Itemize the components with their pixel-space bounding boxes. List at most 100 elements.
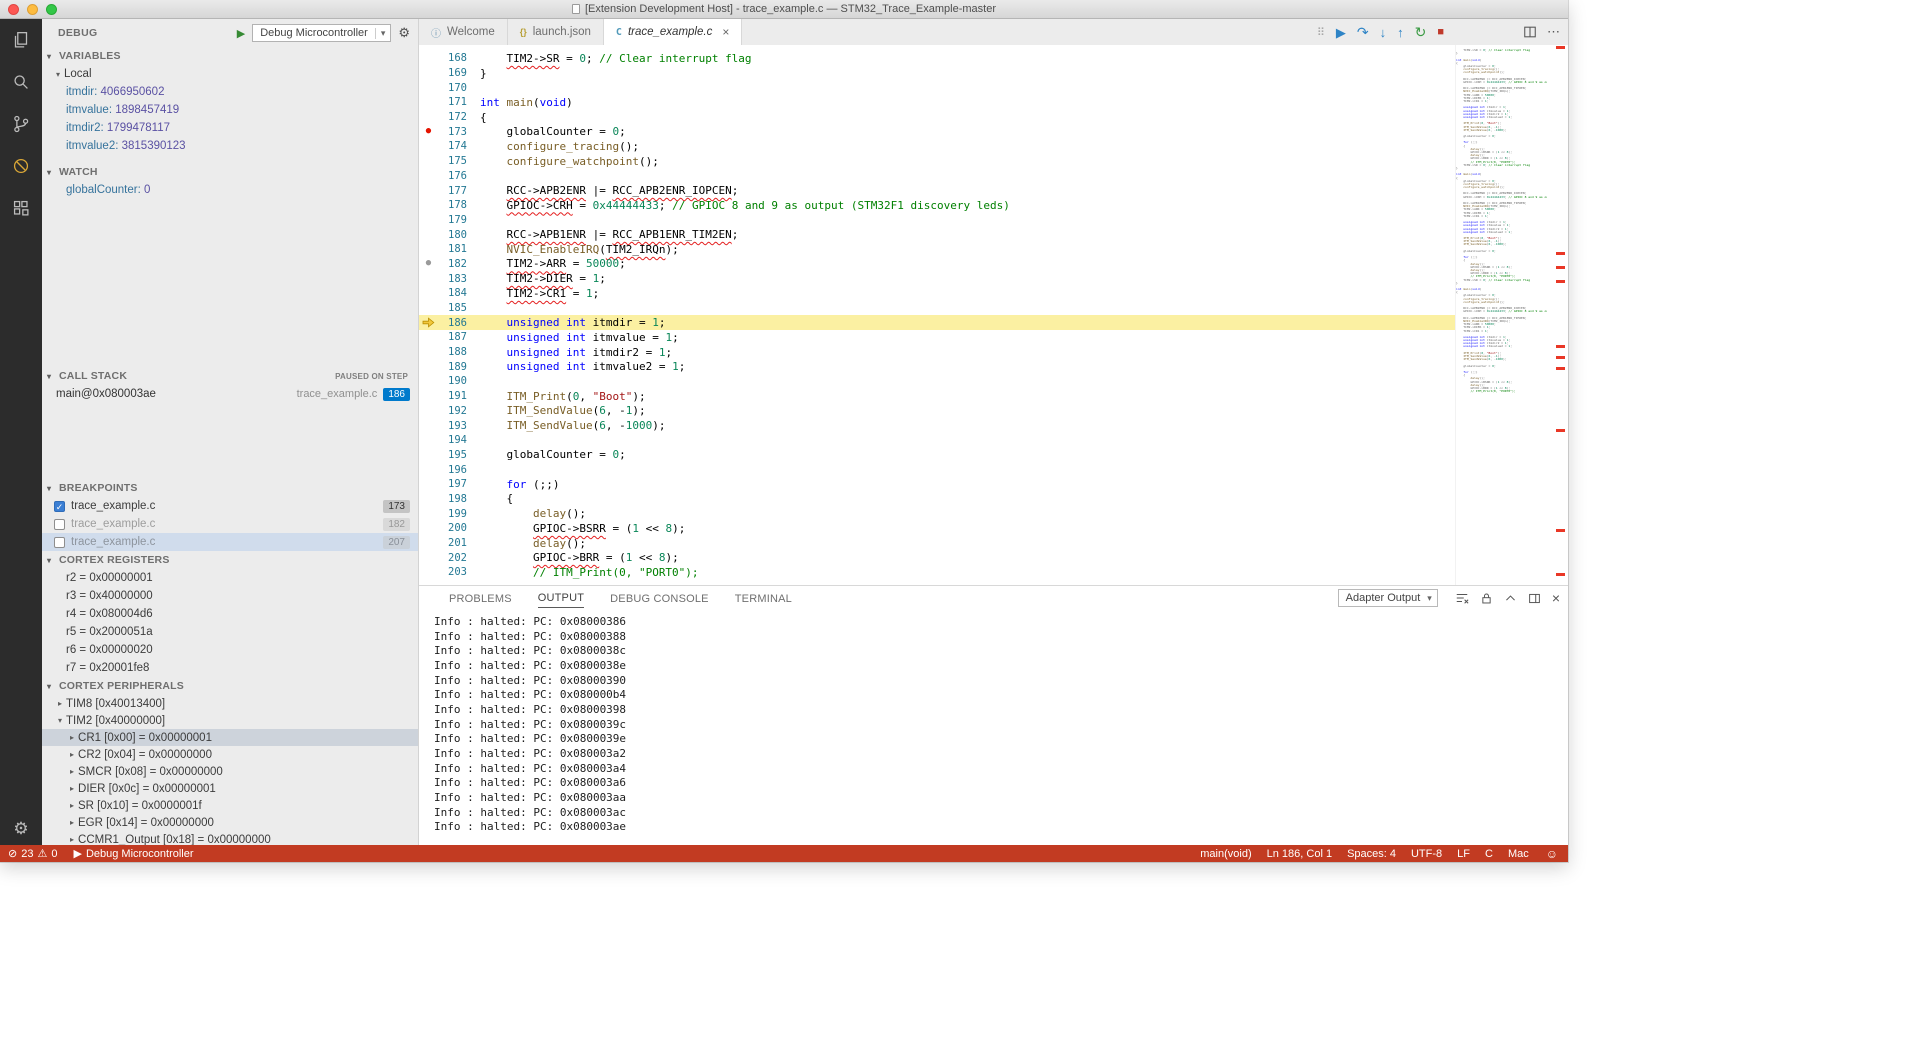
code-line[interactable]: 168 TIM2->SR = 0; // Clear interrupt fla… — [419, 51, 1455, 66]
register-row[interactable]: r7 = 0x20001fe8 — [42, 659, 418, 677]
tab-trace-example-c[interactable]: Ctrace_example.c× — [604, 19, 742, 45]
code-line[interactable]: 193 ITM_SendValue(6, -1000); — [419, 418, 1455, 433]
code-line[interactable]: 199 delay(); — [419, 506, 1455, 521]
code-line[interactable]: 196 — [419, 462, 1455, 477]
breakpoint-checkbox[interactable]: ✓ — [54, 501, 65, 512]
panel-tab-debug-console[interactable]: DEBUG CONSOLE — [610, 589, 709, 608]
code-line[interactable]: 188 unsigned int itmdir2 = 1; — [419, 345, 1455, 360]
sidebar-item-explorer[interactable] — [0, 19, 42, 61]
variable-row[interactable]: itmdir: 4066950602 — [42, 83, 418, 101]
code-line[interactable]: ●173 globalCounter = 0; — [419, 124, 1455, 139]
clear-output-icon[interactable] — [1455, 591, 1469, 605]
registers-section-header[interactable]: ▾ CORTEX REGISTERS — [42, 551, 418, 569]
code-line[interactable]: 202 GPIOC->BRR = (1 << 8); — [419, 550, 1455, 565]
code-line[interactable]: 178 GPIOC->CRH = 0x44444433; // GPIOC 8 … — [419, 198, 1455, 213]
scope-local-row[interactable]: ▾ Local — [42, 65, 418, 83]
breakpoint-row[interactable]: trace_example.c207 — [42, 533, 418, 551]
status-item-2[interactable]: Spaces: 4 — [1347, 848, 1396, 860]
peripheral-row[interactable]: ▸EGR [0x14] = 0x00000000 — [42, 814, 418, 831]
minimize-window-button[interactable] — [27, 4, 38, 15]
variable-row[interactable]: itmvalue2: 3815390123 — [42, 137, 418, 155]
code-line[interactable]: 171int main(void) — [419, 95, 1455, 110]
code-line[interactable]: 184 TIM2->CR1 = 1; — [419, 286, 1455, 301]
stack-frame-row[interactable]: main@0x080003aetrace_example.c186 — [42, 385, 418, 403]
start-debug-button[interactable]: ▶ — [237, 27, 245, 40]
manage-gear-icon[interactable]: ⚙ — [13, 819, 28, 839]
maximize-window-button[interactable] — [46, 4, 57, 15]
minimap[interactable]: TIM2->SR = 0; // Clear interrupt flag}in… — [1455, 45, 1547, 585]
tab-launch-json[interactable]: {}launch.json — [508, 19, 604, 45]
sidebar-item-search[interactable] — [0, 61, 42, 103]
status-item-0[interactable]: main(void) — [1200, 848, 1251, 860]
close-tab-icon[interactable]: × — [722, 25, 729, 39]
split-editor-icon[interactable] — [1523, 25, 1537, 39]
code-line[interactable]: 201 delay(); — [419, 536, 1455, 551]
scroll-lock-icon[interactable] — [1480, 592, 1493, 605]
peripheral-row[interactable]: ▸CR2 [0x04] = 0x00000000 — [42, 746, 418, 763]
step-out-button[interactable]: ↑ — [1397, 26, 1404, 39]
status-item-1[interactable]: Ln 186, Col 1 — [1267, 848, 1332, 860]
peripheral-row[interactable]: ▸DIER [0x0c] = 0x00000001 — [42, 780, 418, 797]
restart-button[interactable]: ↻ — [1415, 25, 1427, 39]
code-line[interactable]: 192 ITM_SendValue(6, -1); — [419, 404, 1455, 419]
continue-button[interactable]: ▶ — [1336, 26, 1346, 39]
peripheral-row[interactable]: ▾TIM2 [0x40000000] — [42, 712, 418, 729]
overview-ruler[interactable] — [1547, 45, 1568, 585]
move-panel-icon[interactable] — [1528, 592, 1541, 605]
sidebar-item-source-control[interactable] — [0, 103, 42, 145]
breakpoint-checkbox[interactable] — [54, 537, 65, 548]
code-line[interactable]: 174 configure_tracing(); — [419, 139, 1455, 154]
close-panel-icon[interactable]: × — [1552, 590, 1560, 606]
peripheral-row[interactable]: ▸SR [0x10] = 0x0000001f — [42, 797, 418, 814]
breakpoints-section-header[interactable]: ▾ BREAKPOINTS — [42, 479, 418, 497]
peripheral-row[interactable]: ▸CR1 [0x00] = 0x00000001 — [42, 729, 418, 746]
peripheral-row[interactable]: ▸TIM8 [0x40013400] — [42, 695, 418, 712]
code-line[interactable]: 180 RCC->APB1ENR |= RCC_APB1ENR_TIM2EN; — [419, 227, 1455, 242]
output-channel-select[interactable]: Adapter Output ▾ — [1338, 589, 1438, 607]
configure-launch-gear-icon[interactable]: ⚙ — [398, 25, 410, 41]
register-row[interactable]: r4 = 0x080004d6 — [42, 605, 418, 623]
stop-button[interactable]: ■ — [1437, 27, 1444, 38]
problems-status[interactable]: ⊘ 23 ⚠ 0 — [8, 847, 57, 860]
code-line[interactable]: 194 — [419, 433, 1455, 448]
register-row[interactable]: r2 = 0x00000001 — [42, 569, 418, 587]
debug-status[interactable]: ▶ Debug Microcontroller — [73, 847, 193, 860]
output-panel[interactable]: Info : halted: PC: 0x08000386Info : halt… — [419, 610, 1568, 845]
register-row[interactable]: r3 = 0x40000000 — [42, 587, 418, 605]
code-line[interactable]: 189 unsigned int itmvalue2 = 1; — [419, 359, 1455, 374]
code-line[interactable]: 175 configure_watchpoint(); — [419, 154, 1455, 169]
code-line[interactable]: 169} — [419, 66, 1455, 81]
breakpoint-margin[interactable]: ● — [419, 259, 438, 268]
code-line[interactable]: 203 // ITM_Print(0, "PORT0"); — [419, 565, 1455, 580]
code-line[interactable]: 172{ — [419, 110, 1455, 125]
code-line[interactable]: 187 unsigned int itmvalue = 1; — [419, 330, 1455, 345]
code-line[interactable]: 185 — [419, 301, 1455, 316]
peripheral-row[interactable]: ▸CCMR1_Output [0x18] = 0x00000000 — [42, 831, 418, 845]
feedback-smiley-icon[interactable]: ☺ — [1546, 847, 1558, 861]
step-into-button[interactable]: ↓ — [1380, 26, 1387, 39]
code-line[interactable]: 198 { — [419, 492, 1455, 507]
sidebar-item-extensions[interactable] — [0, 187, 42, 229]
callstack-section-header[interactable]: ▾ CALL STACK PAUSED ON STEP — [42, 367, 418, 385]
register-row[interactable]: r6 = 0x00000020 — [42, 641, 418, 659]
code-line[interactable]: 186 unsigned int itmdir = 1; — [419, 315, 1455, 330]
sidebar-item-debug[interactable] — [0, 145, 42, 187]
tab-welcome[interactable]: ⓘWelcome — [419, 19, 508, 45]
peripheral-row[interactable]: ▸SMCR [0x08] = 0x00000000 — [42, 763, 418, 780]
maximize-panel-icon[interactable] — [1504, 592, 1517, 605]
breakpoint-row[interactable]: ✓trace_example.c173 — [42, 497, 418, 515]
status-item-4[interactable]: LF — [1457, 848, 1470, 860]
step-over-button[interactable]: ↷ — [1357, 25, 1369, 39]
code-line[interactable]: 181 NVIC_EnableIRQ(TIM2_IRQn); — [419, 242, 1455, 257]
breakpoint-checkbox[interactable] — [54, 519, 65, 530]
breakpoint-row[interactable]: trace_example.c182 — [42, 515, 418, 533]
code-area[interactable]: 168 TIM2->SR = 0; // Clear interrupt fla… — [419, 45, 1455, 585]
status-item-5[interactable]: C — [1485, 848, 1493, 860]
breakpoint-margin[interactable] — [419, 317, 438, 328]
gripper-icon[interactable]: ⠿ — [1317, 26, 1325, 39]
code-line[interactable]: 183 TIM2->DIER = 1; — [419, 271, 1455, 286]
code-line[interactable]: 191 ITM_Print(0, "Boot"); — [419, 389, 1455, 404]
peripherals-section-header[interactable]: ▾ CORTEX PERIPHERALS — [42, 677, 418, 695]
register-row[interactable]: r5 = 0x2000051a — [42, 623, 418, 641]
code-line[interactable]: 197 for (;;) — [419, 477, 1455, 492]
